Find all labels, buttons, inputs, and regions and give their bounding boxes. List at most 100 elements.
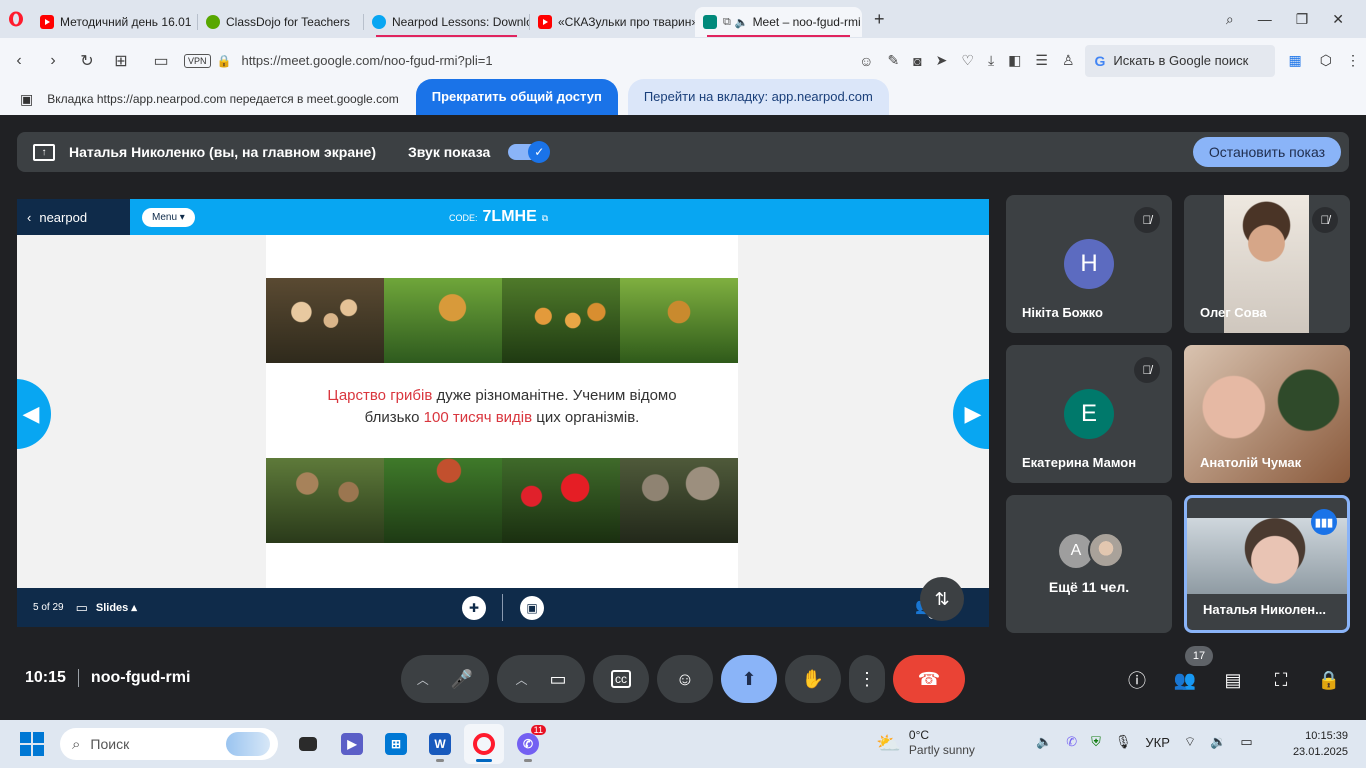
send-icon[interactable]: ➤ [936, 52, 948, 69]
highlight-text: Царство грибів [327, 387, 433, 404]
reload-button[interactable]: ↻ [70, 51, 104, 71]
tabs-grid-icon[interactable]: ⊞ [104, 51, 138, 71]
viber-tray-icon[interactable]: ✆ [1066, 734, 1077, 750]
camera-icon[interactable]: ▭ [144, 51, 178, 71]
participant-tile[interactable]: Е 🎙̸ Екатерина Мамон [1006, 345, 1172, 483]
reactions-button[interactable]: ☺ [657, 655, 713, 703]
task-view-app[interactable] [288, 724, 328, 764]
speaker-icon[interactable]: 🔉 [1210, 734, 1226, 750]
maximize-button[interactable]: ❐ [1296, 11, 1309, 28]
edit-icon[interactable]: ✎ [887, 52, 899, 69]
info-icon[interactable]: ⓘ [1124, 667, 1150, 693]
clock-time: 10:15:39 [1305, 730, 1348, 742]
stop-sharing-button[interactable]: Прекратить общий доступ [415, 79, 618, 115]
tab-4[interactable]: «СКАЗульки про тварин» [530, 7, 695, 37]
url-field[interactable]: https://meet.google.com/noo-fgud-rmi?pli… [241, 53, 492, 68]
google-search-box[interactable]: G Искать в Google поиск [1084, 44, 1275, 77]
sound-toggle[interactable]: ✓ [508, 141, 551, 163]
switch-tab-button[interactable]: Перейти на вкладку: app.nearpod.com [627, 79, 889, 115]
tab-1[interactable]: Методичний день 16.01 [32, 7, 197, 37]
running-indicator [436, 759, 444, 762]
sidebar-icon[interactable]: ▦ [1289, 52, 1302, 69]
tab-search-icon[interactable]: ⌕ [1226, 11, 1234, 28]
wifi-icon[interactable]: ⌔ [1184, 734, 1196, 750]
next-slide-button[interactable]: ▶ [953, 379, 989, 449]
battery-icon[interactable]: ▭ [1240, 734, 1252, 750]
more-participants-tile[interactable]: A Ещё 11 чел. [1006, 495, 1172, 633]
vpn-badge[interactable]: VPN [184, 53, 211, 68]
profile-icon[interactable]: ♙ [1062, 52, 1075, 69]
tab-3[interactable]: Nearpod Lessons: Downlo [364, 7, 529, 37]
tab-audio-underline [707, 35, 850, 37]
search-icon: ⌕ [72, 735, 81, 753]
camera-options-chevron-icon[interactable]: ︿ [515, 671, 527, 688]
participant-tile[interactable]: 🎙̸ Олег Сова [1184, 195, 1350, 333]
easy-setup-icon[interactable]: ☰ [1035, 52, 1048, 69]
slides-icon[interactable]: ▭ [76, 600, 88, 616]
slideshow-icon[interactable]: ▣ [520, 596, 544, 620]
store-app[interactable]: ⊞ [376, 724, 416, 764]
close-button[interactable]: ✕ [1332, 11, 1344, 28]
back-button[interactable]: ‹ [2, 52, 36, 70]
leave-call-button[interactable]: ☎ [893, 655, 965, 703]
tab-5-active[interactable]: ⧉ 🔈 Meet – noo-fgud-rmi [695, 7, 862, 37]
people-icon[interactable]: 👥 [1172, 667, 1198, 693]
volume-mute-icon[interactable]: 🔈 [1036, 734, 1052, 750]
extensions-icon[interactable]: ⬡ [1320, 52, 1332, 69]
stop-presenting-button[interactable]: Остановить показ [1192, 137, 1341, 167]
meet-app[interactable]: ▶ [332, 724, 372, 764]
forward-button[interactable]: › [36, 52, 70, 70]
opera-app[interactable] [464, 724, 504, 764]
host-controls-icon[interactable]: 🔒 [1316, 667, 1342, 693]
participant-name: Наталья Николен... [1203, 602, 1326, 617]
present-button[interactable]: ⬆ [721, 655, 777, 703]
nearpod-code[interactable]: CODE: 7LMHE ⧉ [449, 208, 548, 226]
participant-tile[interactable]: Анатолій Чумак [1184, 345, 1350, 483]
mic-options-chevron-icon[interactable]: ︿ [417, 671, 429, 688]
previous-slide-button[interactable]: ◀ [17, 379, 51, 449]
mushroom-photo [384, 278, 502, 363]
new-tab-button[interactable]: + [874, 9, 885, 30]
participant-tile[interactable]: Н 🎙̸ Нікіта Божко [1006, 195, 1172, 333]
back-chevron-icon[interactable]: ‹ [27, 210, 31, 225]
opera-icon[interactable] [0, 0, 32, 38]
mic-icon[interactable]: 🎤 [451, 669, 473, 690]
captions-button[interactable]: cc [593, 655, 649, 703]
security-icon[interactable]: ⛨ [1091, 734, 1101, 750]
word-app[interactable]: W [420, 724, 460, 764]
activities-icon[interactable]: ✚ [462, 596, 486, 620]
youtube-icon [538, 15, 552, 29]
taskbar-search[interactable]: ⌕ Поиск [60, 728, 278, 760]
nearpod-logo: nearpod [39, 209, 88, 225]
emoji-icon[interactable]: ☺ [859, 53, 873, 69]
camera-icon[interactable]: ▭ [550, 669, 567, 690]
lock-icon[interactable]: 🔒 [217, 54, 232, 68]
meeting-info: 10:15 noo-fgud-rmi [25, 669, 190, 687]
snapshot-icon[interactable]: ◙ [913, 53, 921, 69]
weather-widget[interactable]: ⛅ 0°C Partly sunny [876, 728, 975, 758]
tab-label: Методичний день 16.01 [60, 15, 192, 29]
minimize-button[interactable]: — [1258, 11, 1272, 27]
language-indicator[interactable]: УКР [1145, 735, 1170, 750]
mic-tray-icon[interactable]: 🎙 [1115, 734, 1132, 750]
nearpod-menu-button[interactable]: Menu ▾ [142, 207, 195, 227]
heart-icon[interactable]: ♡ [961, 52, 974, 69]
menu-icon[interactable]: ⋮ [1346, 52, 1360, 69]
menu-label: Menu [152, 211, 178, 223]
download-icon[interactable]: ⤓ [988, 52, 994, 69]
slides-toggle[interactable]: Slides ▴ [96, 601, 137, 614]
start-button[interactable] [20, 732, 44, 756]
raise-hand-button[interactable]: ✋ [785, 655, 841, 703]
window-controls: ⌕ — ❐ ✕ [1226, 11, 1366, 28]
participant-tile-self[interactable]: ▮▮▮ Наталья Николен... [1184, 495, 1350, 633]
external-link-icon: ⧉ [541, 213, 549, 223]
slide-text-part: цих організмів. [532, 409, 640, 426]
chat-icon[interactable]: ▤ [1220, 667, 1246, 693]
viber-app[interactable]: ✆ 11 [508, 724, 548, 764]
battery-saver-icon[interactable]: ◧ [1008, 52, 1021, 69]
taskbar-clock[interactable]: 10:15:39 23.01.2025 [1293, 728, 1348, 760]
more-options-button[interactable]: ⋮ [849, 655, 885, 703]
activities-icon[interactable]: ⛶ [1268, 667, 1294, 693]
resize-arrows-button[interactable]: ⇅ [920, 577, 964, 621]
tab-2[interactable]: ClassDojo for Teachers [198, 7, 363, 37]
